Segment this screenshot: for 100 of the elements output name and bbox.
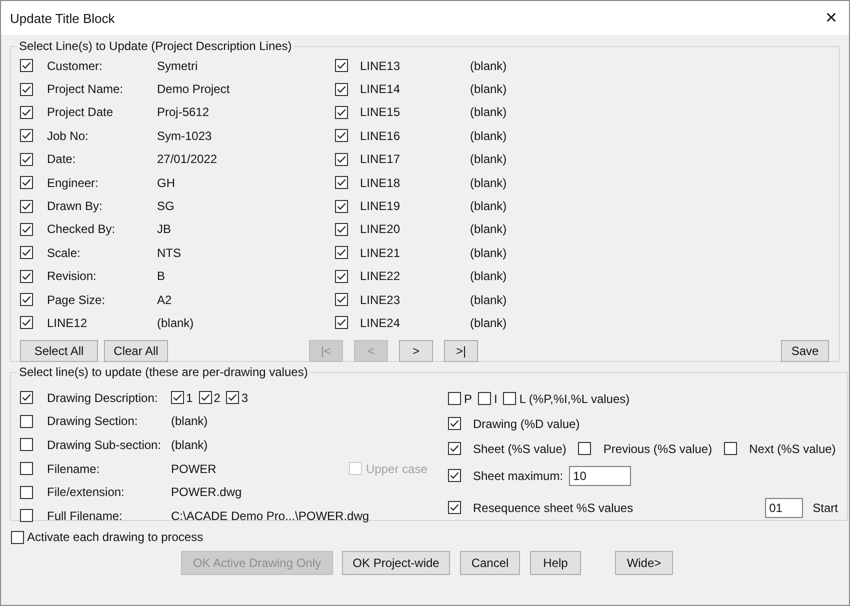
line-label: LINE19 (360, 199, 402, 214)
input-field[interactable]: 10 (569, 466, 632, 486)
checkbox[interactable] (335, 129, 348, 142)
checkbox[interactable] (448, 501, 461, 514)
line-value: (blank) (470, 105, 507, 120)
checkbox[interactable] (335, 293, 348, 306)
line-label: Drawing Description: (47, 390, 159, 405)
checkbox[interactable] (448, 417, 461, 430)
checkbox[interactable] (448, 469, 461, 482)
checkbox-label: Sheet maximum: (473, 468, 564, 482)
checkbox[interactable] (20, 59, 33, 72)
line-label: LINE16 (360, 128, 402, 143)
line-value: (blank) (470, 269, 507, 284)
checkbox[interactable] (20, 106, 33, 119)
checkbox[interactable] (335, 106, 348, 119)
button[interactable]: Clear All (104, 340, 168, 362)
checkbox[interactable] (20, 246, 33, 260)
checkbox[interactable] (226, 391, 240, 404)
line-label: Page Size: (47, 292, 106, 307)
button[interactable]: Save (781, 340, 829, 362)
button[interactable]: > (399, 340, 433, 362)
checkbox[interactable] (20, 176, 33, 190)
checkbox-label: Sheet (%S value) (473, 442, 566, 456)
checkbox-label: Resequence sheet %S values (473, 500, 634, 514)
checkbox-label: 1 (186, 390, 193, 405)
line-value: (blank) (470, 82, 507, 96)
window-title: Update Title Block (10, 10, 115, 26)
line-label: Revision: (47, 269, 98, 284)
checkbox[interactable] (335, 246, 348, 260)
line-value: JB (157, 222, 172, 236)
line-value: C:\ACADE Demo Pro...\POWER.dwg (171, 508, 370, 523)
checkbox[interactable] (724, 442, 738, 455)
checkbox[interactable] (20, 391, 33, 404)
line-label: Engineer: (47, 176, 100, 190)
line-label: Project Name: (47, 82, 124, 96)
checkbox[interactable] (20, 293, 33, 306)
line-value: B (157, 269, 166, 284)
button[interactable]: Wide> (615, 551, 673, 575)
checkbox[interactable] (20, 486, 33, 499)
checkbox-label: Previous (%S value) (603, 442, 712, 456)
line-label: Project Date (47, 105, 114, 120)
checkbox[interactable] (335, 59, 348, 72)
line-label: LINE12 (47, 316, 88, 330)
checkbox[interactable] (335, 270, 348, 283)
checkbox[interactable] (20, 438, 33, 452)
button[interactable]: OK Project-wide (342, 551, 450, 575)
line-label: Checked By: (47, 222, 116, 236)
line-label: Scale: (47, 246, 82, 260)
checkbox-label: L (%P,%I,%L values) (519, 392, 630, 406)
line-value: NTS (157, 246, 181, 260)
checkbox[interactable] (578, 442, 592, 455)
line-label: Job No: (47, 128, 90, 143)
checkbox[interactable] (503, 392, 516, 405)
group-title: Select Line(s) to Update (Project Description Lines) (18, 39, 293, 53)
checkbox[interactable] (20, 152, 33, 166)
line-value: Demo Project (157, 82, 230, 96)
line-value: A2 (157, 292, 172, 307)
line-label: Filename: (47, 462, 101, 476)
checkbox[interactable] (448, 392, 461, 405)
line-label: LINE17 (360, 152, 402, 166)
line-value: Symetri (157, 58, 198, 73)
line-value: (blank) (470, 246, 507, 260)
line-label: LINE13 (360, 58, 402, 73)
checkbox[interactable] (20, 129, 33, 142)
checkbox[interactable] (11, 530, 24, 544)
checkbox[interactable] (448, 442, 461, 455)
line-label: File/extension: (47, 485, 126, 500)
line-value: (blank) (171, 414, 209, 428)
checkbox[interactable] (20, 509, 33, 522)
close-button[interactable]: × (823, 8, 839, 28)
input-field[interactable]: 01 (765, 498, 803, 518)
checkbox[interactable] (20, 462, 33, 476)
button[interactable]: >| (444, 340, 478, 362)
checkbox[interactable] (335, 200, 348, 213)
checkbox[interactable] (335, 82, 348, 96)
checkbox[interactable] (20, 414, 33, 428)
checkbox[interactable] (335, 176, 348, 190)
line-value: (blank) (470, 316, 507, 330)
line-value: (blank) (157, 316, 194, 330)
button[interactable]: Select All (20, 340, 98, 362)
checkbox[interactable] (20, 200, 33, 213)
checkbox[interactable] (20, 316, 33, 330)
line-value: (blank) (470, 222, 507, 236)
checkbox[interactable] (20, 222, 33, 236)
checkbox[interactable] (20, 270, 33, 283)
checkbox-label: Activate each drawing to process (27, 530, 204, 544)
checkbox[interactable] (198, 391, 212, 404)
checkbox[interactable] (335, 152, 348, 166)
line-label: Drawing Section: (47, 414, 139, 428)
checkbox[interactable] (171, 391, 184, 404)
checkbox[interactable] (335, 316, 348, 330)
button[interactable]: Cancel (460, 551, 520, 575)
checkbox-label: 2 (214, 390, 220, 405)
checkbox[interactable] (478, 392, 492, 405)
line-value: Sym-1023 (157, 128, 212, 143)
checkbox[interactable] (20, 82, 33, 96)
button[interactable]: Help (530, 551, 581, 575)
line-value: (blank) (470, 199, 507, 214)
checkbox[interactable] (335, 222, 348, 236)
line-value: (blank) (171, 438, 209, 452)
